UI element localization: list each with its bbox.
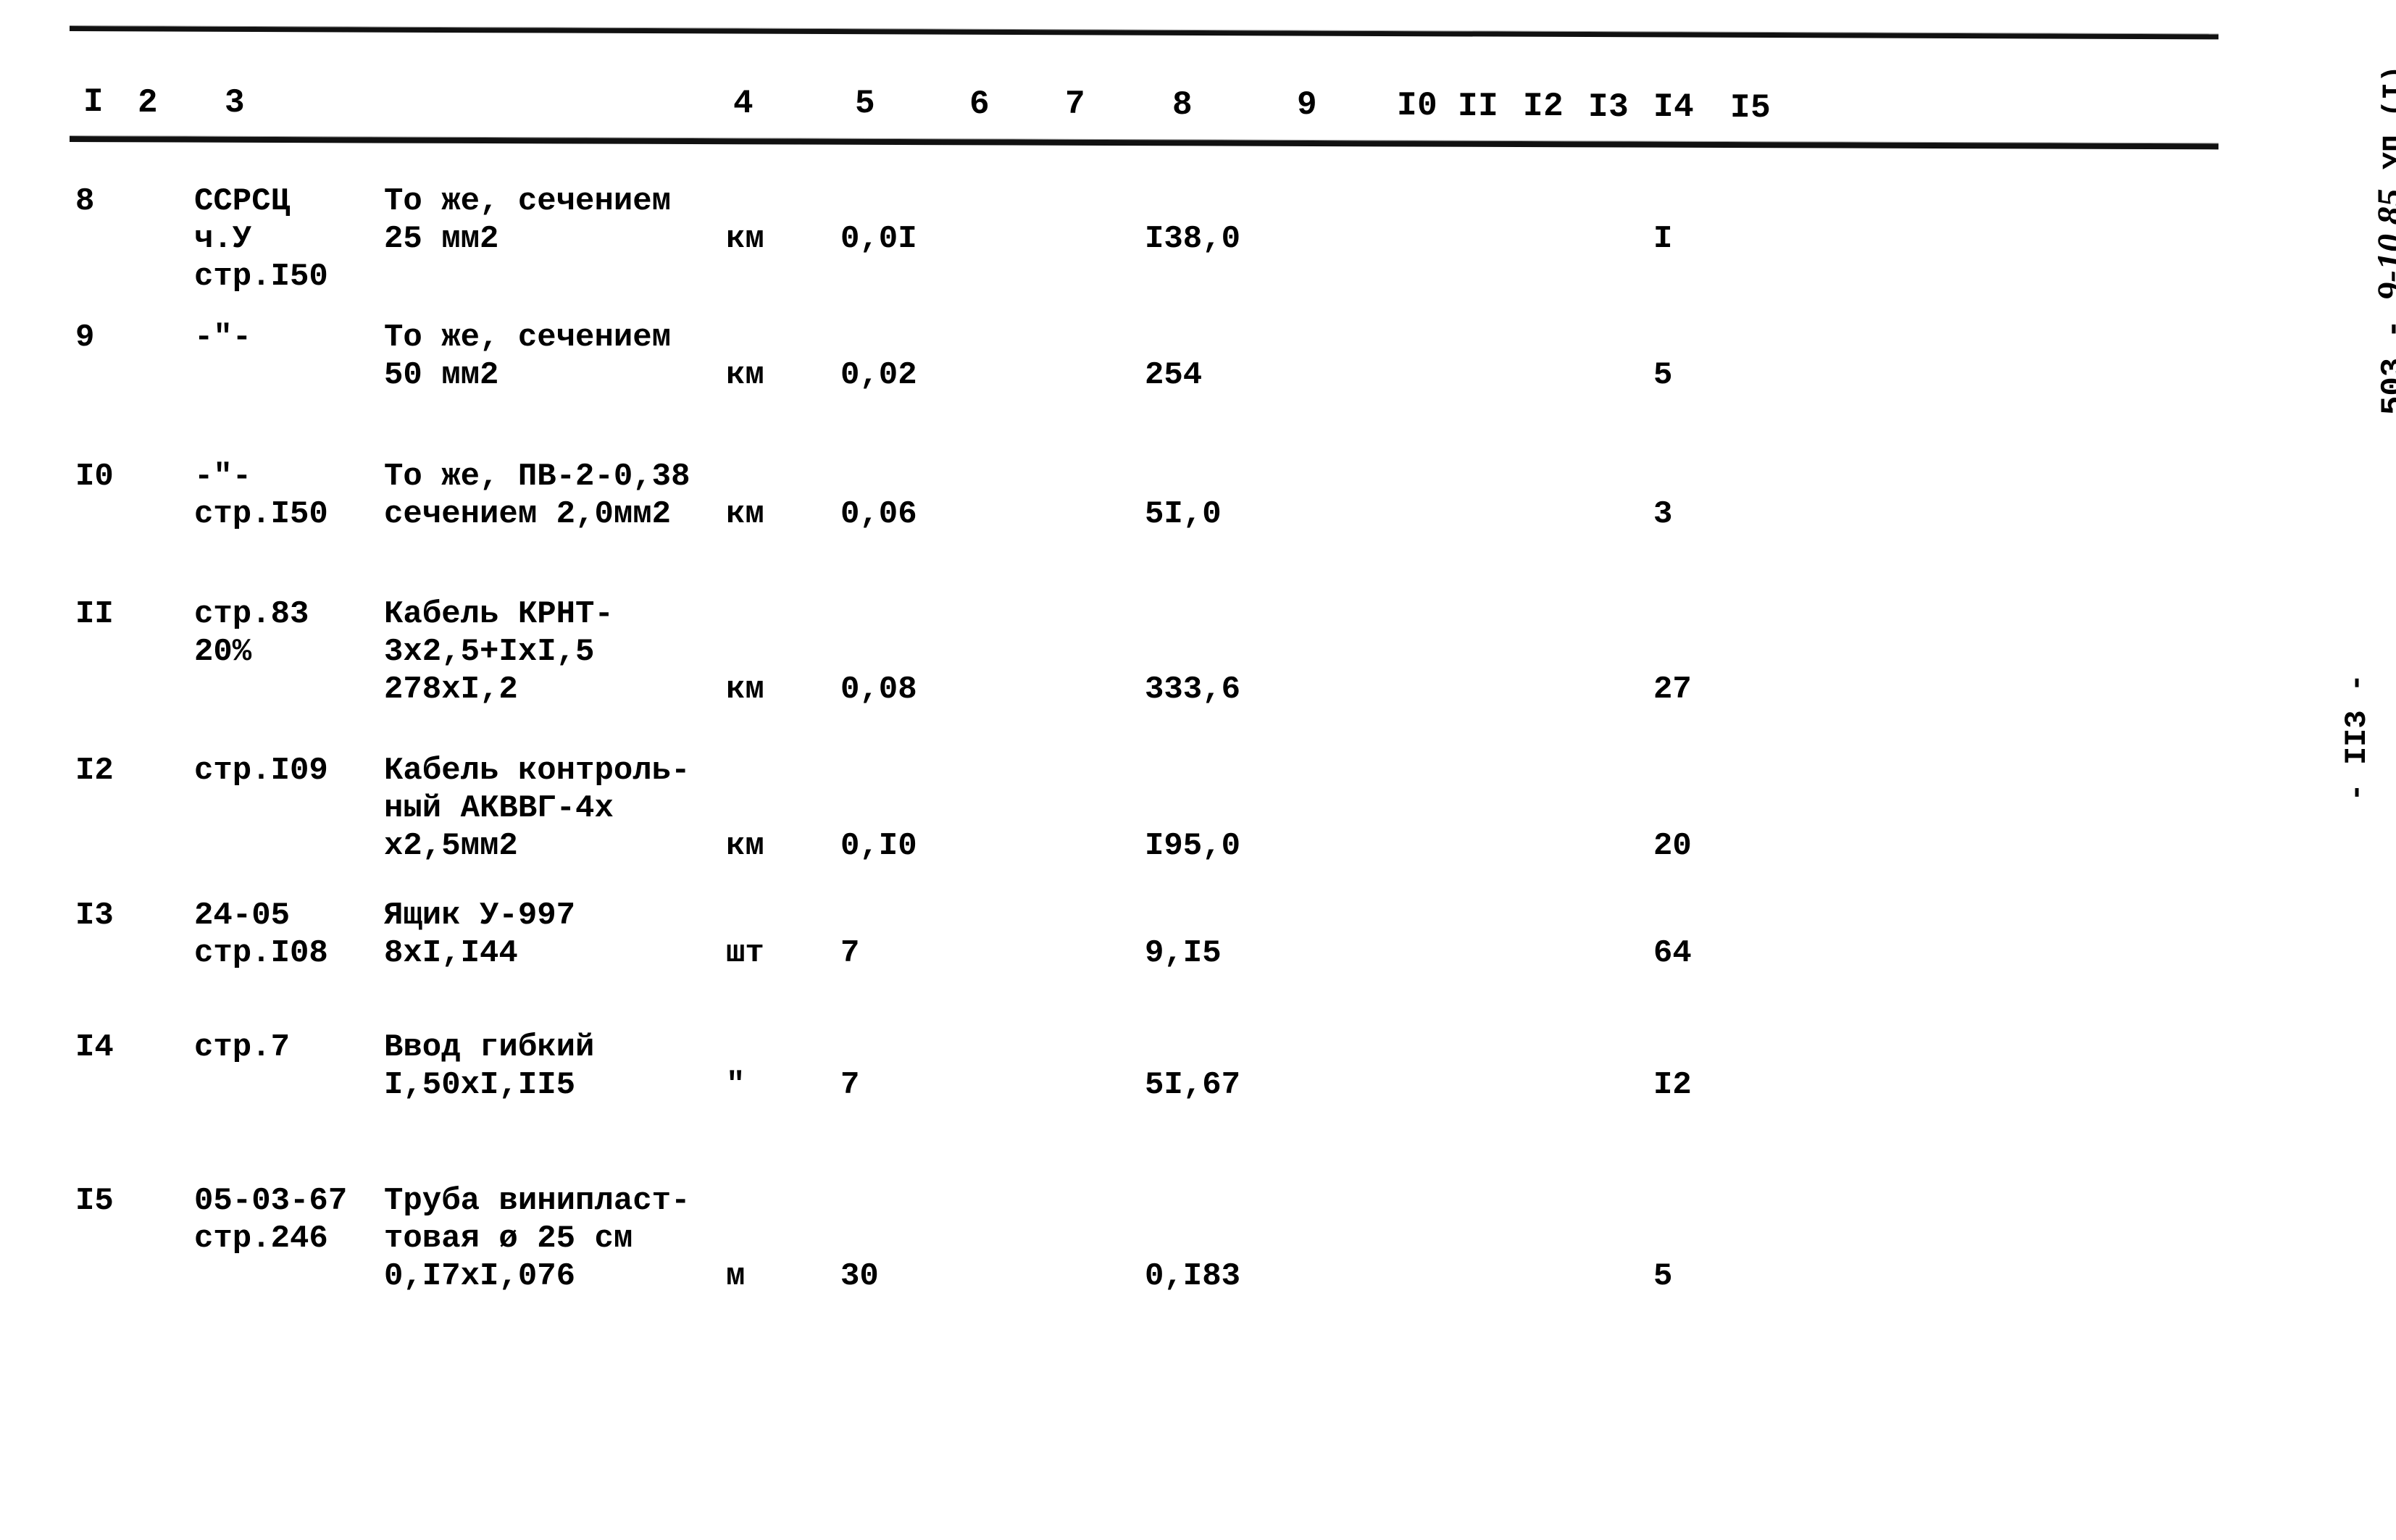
row-description: То же, сечением 50 мм2: [384, 319, 672, 393]
column-number-6: 6: [969, 85, 990, 123]
row-col8-value: 333,6: [1145, 671, 1241, 708]
row-quantity: 0,06: [840, 496, 917, 532]
row-col8-value: 254: [1145, 357, 1203, 393]
row-col8-value: 5I,67: [1145, 1067, 1241, 1103]
row-reference: стр.7: [194, 1029, 291, 1066]
row-quantity: 7: [840, 1067, 860, 1103]
row-col8-value: 0,I83: [1145, 1258, 1241, 1294]
margin-archive-code: 503 - 9-10.85 УП (I): [2342, 65, 2396, 492]
row-unit: ": [726, 1067, 746, 1103]
row-col12-value: 5: [1653, 357, 1673, 393]
row-reference: 05-03-67 стр.246: [194, 1183, 348, 1257]
column-number-1: I: [83, 83, 104, 121]
column-number-10: I0: [1397, 86, 1438, 125]
row-number: I3: [75, 897, 114, 934]
row-col8-value: I95,0: [1145, 828, 1241, 864]
row-quantity: 7: [840, 935, 860, 971]
margin-code-prefix: 503 -: [2376, 319, 2396, 416]
row-quantity: 0,08: [840, 671, 917, 708]
row-unit: шт: [726, 935, 764, 971]
column-number-4: 4: [733, 84, 754, 122]
column-number-11: II: [1458, 87, 1499, 125]
row-col12-value: I2: [1653, 1067, 1692, 1103]
row-col8-value: 9,I5: [1145, 935, 1222, 971]
row-col12-value: 20: [1653, 828, 1692, 864]
row-description: Ящик У-997 8хI,I44: [384, 897, 576, 971]
row-reference: -"-: [194, 319, 252, 356]
row-description: То же, ПВ-2-0,38 сечением 2,0мм2: [384, 459, 690, 532]
row-unit: км: [726, 828, 764, 864]
row-number: 8: [75, 183, 95, 219]
header-rule-top: [69, 26, 2218, 40]
row-number: I2: [75, 753, 114, 789]
row-quantity: 30: [840, 1258, 879, 1294]
row-number: I0: [75, 459, 114, 495]
column-number-5: 5: [855, 85, 876, 123]
row-unit: км: [726, 357, 764, 393]
row-description: Кабель контроль- ный АКВВГ-4х х2,5мм2: [384, 753, 690, 864]
row-unit: км: [726, 671, 764, 708]
row-reference: -"- стр.I50: [194, 459, 328, 532]
column-number-2: 2: [138, 83, 159, 122]
row-number: I4: [75, 1029, 114, 1066]
margin-code-suffix: УП (I): [2379, 65, 2396, 170]
row-number: I5: [75, 1183, 114, 1219]
row-quantity: 0,0I: [840, 221, 917, 257]
column-number-15: I5: [1730, 88, 1771, 127]
column-number-13: I3: [1588, 88, 1629, 126]
header-rule-bottom: [69, 136, 2218, 150]
row-unit: км: [726, 496, 764, 532]
row-unit: км: [726, 221, 764, 257]
row-col12-value: 64: [1653, 935, 1692, 971]
row-col12-value: 3: [1653, 496, 1673, 532]
document-page: I 2 3 4 5 6 7 8 9 I0 II I2 I3 I4 I5 8 ССРСЦ ч.У стр.I50…: [0, 0, 2396, 1540]
margin-code-handwritten: 9-10.85: [2369, 188, 2396, 301]
row-description: То же, сечением 25 мм2: [384, 183, 672, 257]
row-reference: 24-05 стр.I08: [194, 897, 328, 971]
column-number-9: 9: [1297, 86, 1318, 125]
column-number-14: I4: [1653, 88, 1695, 127]
row-col12-value: I: [1653, 221, 1673, 257]
row-quantity: 0,I0: [840, 828, 917, 864]
row-description: Ввод гибкий I,50хI,II5: [384, 1029, 595, 1103]
row-reference: ССРСЦ ч.У стр.I50: [194, 183, 328, 295]
row-reference: стр.I09: [194, 753, 328, 789]
row-col8-value: 5I,0: [1145, 496, 1222, 532]
row-description: Кабель КРНТ- 3х2,5+IхI,5 278хI,2: [384, 596, 614, 708]
column-number-3: 3: [225, 84, 246, 122]
column-number-8: 8: [1172, 85, 1193, 124]
column-number-12: I2: [1523, 88, 1564, 126]
row-quantity: 0,02: [840, 357, 917, 393]
row-number: 9: [75, 319, 95, 356]
row-col12-value: 5: [1653, 1258, 1673, 1294]
row-description: Труба винипласт- товая ø 25 см 0,I7хI,07…: [384, 1183, 690, 1294]
row-reference: стр.83 20%: [194, 596, 309, 670]
column-number-7: 7: [1065, 85, 1086, 124]
row-unit: м: [726, 1258, 746, 1294]
page-number: - II3 -: [2339, 674, 2374, 802]
row-number: II: [75, 596, 114, 632]
row-col12-value: 27: [1653, 671, 1692, 708]
row-col8-value: I38,0: [1145, 221, 1241, 257]
